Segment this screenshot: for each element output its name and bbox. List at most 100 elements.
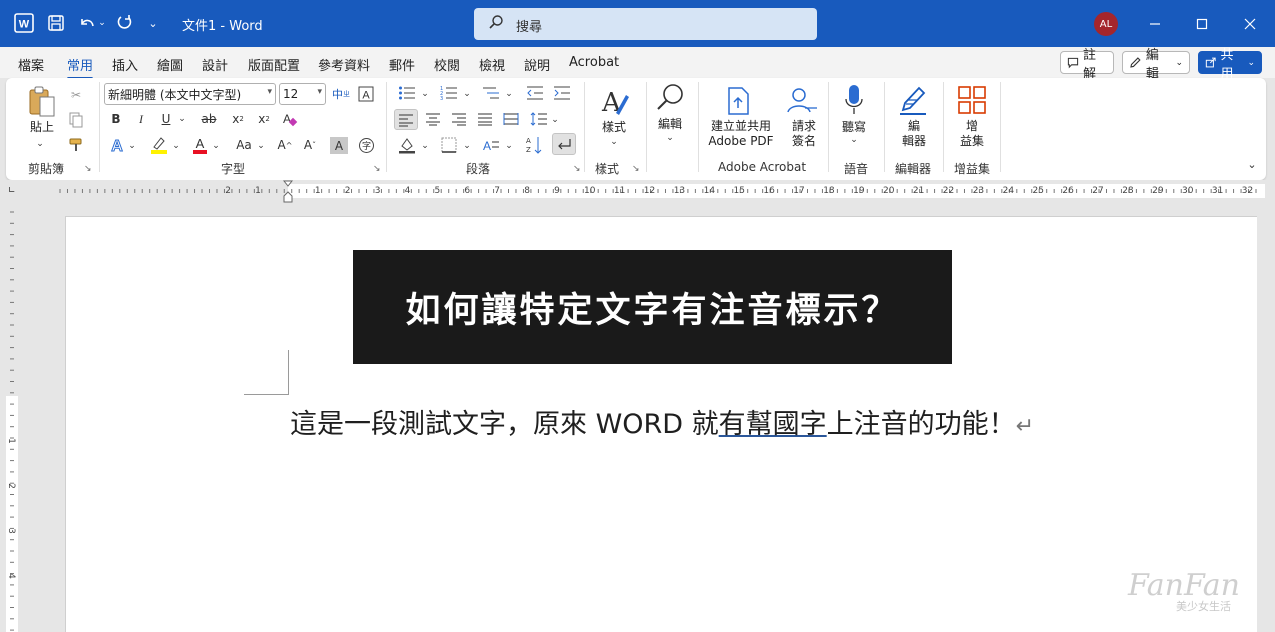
collapse-ribbon-icon[interactable]: ⌄ <box>1244 156 1260 172</box>
show-formatting-marks-icon[interactable] <box>552 133 576 155</box>
borders-dropdown-icon[interactable]: ⌄ <box>461 138 473 154</box>
tab-draw[interactable]: 繪圖 <box>157 55 183 74</box>
font-name-combo[interactable]: 新細明體 (本文中文字型) ▾ <box>104 83 276 105</box>
paste-icon[interactable] <box>24 84 60 120</box>
italic-icon[interactable]: I <box>132 110 150 128</box>
minimize-icon[interactable] <box>1143 12 1167 36</box>
align-left-icon[interactable] <box>394 109 418 130</box>
tab-insert[interactable]: 插入 <box>112 55 138 74</box>
phonetic-guide-icon[interactable]: 中ㄓ <box>331 85 351 103</box>
clear-formatting-icon[interactable]: A <box>279 110 299 128</box>
bullets-icon[interactable] <box>396 84 418 102</box>
create-pdf-icon[interactable] <box>724 86 754 116</box>
dictate-label[interactable]: 聽寫 <box>836 120 872 135</box>
underline-dropdown-icon[interactable]: ⌄ <box>176 110 188 128</box>
undo-icon[interactable] <box>76 12 98 34</box>
maximize-icon[interactable] <box>1190 12 1214 36</box>
close-icon[interactable] <box>1238 12 1262 36</box>
styles-dropdown-icon[interactable]: ⌄ <box>608 136 620 148</box>
font-launcher-icon[interactable]: ↘ <box>373 164 381 174</box>
find-icon[interactable] <box>653 83 687 113</box>
editor-label[interactable]: 編 輯器 <box>894 119 934 149</box>
microphone-icon[interactable] <box>839 84 869 116</box>
multilevel-dropdown-icon[interactable]: ⌄ <box>503 86 515 102</box>
enclose-characters-icon[interactable]: 字 <box>356 136 376 154</box>
cut-icon[interactable]: ✂ <box>66 86 86 104</box>
editing-label[interactable]: 編輯 <box>652 117 688 132</box>
horizontal-ruler[interactable]: ∟ <box>0 180 1275 204</box>
redo-icon[interactable] <box>113 12 135 34</box>
line-spacing-dropdown-icon[interactable]: ⌄ <box>549 112 561 128</box>
paste-dropdown-icon[interactable]: ⌄ <box>32 138 48 150</box>
tab-mailings[interactable]: 郵件 <box>389 55 415 74</box>
font-color-dropdown-icon[interactable]: ⌄ <box>210 137 222 155</box>
clipboard-launcher-icon[interactable]: ↘ <box>84 164 92 174</box>
shading-dropdown-icon[interactable]: ⌄ <box>419 138 431 154</box>
tab-home[interactable]: 常用 <box>67 55 94 80</box>
editing-dropdown-icon[interactable]: ⌄ <box>664 132 676 144</box>
tab-view[interactable]: 檢視 <box>479 55 505 74</box>
paragraph-launcher-icon[interactable]: ↘ <box>573 164 581 174</box>
editing-mode-button[interactable]: 編輯 ⌄ <box>1122 48 1190 82</box>
grow-font-icon[interactable]: A ^ <box>275 136 295 154</box>
shrink-font-icon[interactable]: Aˇ <box>300 136 320 154</box>
align-center-icon[interactable] <box>422 110 444 128</box>
bold-icon[interactable]: B <box>107 110 125 128</box>
format-painter-icon[interactable] <box>66 136 86 154</box>
tab-review[interactable]: 校閱 <box>434 55 460 74</box>
borders-icon[interactable] <box>438 136 460 154</box>
title-banner[interactable]: 如何讓特定文字有注音標示？ <box>353 250 952 364</box>
distributed-icon[interactable] <box>500 110 522 128</box>
request-signature-icon[interactable] <box>784 86 820 116</box>
add-ins-icon[interactable] <box>956 84 988 116</box>
avatar[interactable]: AL <box>1094 12 1118 36</box>
tab-file[interactable]: 檔案 <box>18 55 44 74</box>
character-border-icon[interactable]: A <box>356 85 376 103</box>
text-effects-dropdown-icon[interactable]: ⌄ <box>126 137 138 155</box>
tab-acrobat[interactable]: Acrobat <box>569 55 619 70</box>
search-box[interactable]: 搜尋 <box>474 8 817 40</box>
change-case-icon[interactable]: Aa <box>231 136 257 154</box>
styles-launcher-icon[interactable]: ↘ <box>632 164 640 174</box>
underline-icon[interactable]: U <box>157 110 175 128</box>
font-size-combo[interactable]: 12 ▾ <box>279 83 326 105</box>
asian-layout-dropdown-icon[interactable]: ⌄ <box>503 138 515 154</box>
dictate-dropdown-icon[interactable]: ⌄ <box>848 134 860 146</box>
paste-label[interactable]: 貼上 <box>26 120 58 135</box>
shading-icon[interactable] <box>396 136 418 154</box>
word-app-icon[interactable]: W <box>13 12 35 34</box>
font-color-icon[interactable]: A <box>190 135 210 155</box>
comments-button[interactable]: 註解 <box>1060 48 1114 82</box>
text-effects-icon[interactable]: A <box>107 135 127 155</box>
increase-indent-icon[interactable] <box>551 84 573 102</box>
tab-design[interactable]: 設計 <box>202 55 228 74</box>
add-ins-label[interactable]: 增 益集 <box>952 119 992 149</box>
tab-layout[interactable]: 版面配置 <box>248 55 300 74</box>
editor-icon[interactable] <box>896 84 930 116</box>
create-pdf-label[interactable]: 建立並共用 Adobe PDF <box>706 119 776 149</box>
asian-layout-icon[interactable]: A <box>480 136 502 154</box>
indent-marker-icon[interactable] <box>282 180 294 204</box>
tab-references[interactable]: 參考資料 <box>318 55 370 74</box>
justify-icon[interactable] <box>474 110 496 128</box>
character-shading-icon[interactable]: A <box>330 137 348 154</box>
decrease-indent-icon[interactable] <box>524 84 546 102</box>
copy-icon[interactable] <box>66 111 86 129</box>
styles-icon[interactable]: A <box>596 84 632 120</box>
highlight-color-icon[interactable] <box>148 135 170 155</box>
multilevel-list-icon[interactable] <box>480 84 502 102</box>
request-signature-label[interactable]: 請求 簽名 <box>782 119 826 149</box>
styles-label[interactable]: 樣式 <box>596 120 632 135</box>
subscript-icon[interactable]: x2 <box>228 110 248 128</box>
sort-icon[interactable]: AZ <box>524 135 546 155</box>
bullets-dropdown-icon[interactable]: ⌄ <box>419 86 431 102</box>
numbering-dropdown-icon[interactable]: ⌄ <box>461 86 473 102</box>
change-case-dropdown-icon[interactable]: ⌄ <box>255 137 267 155</box>
align-right-icon[interactable] <box>448 110 470 128</box>
customize-qat-icon[interactable]: ⌄ <box>142 12 164 34</box>
body-paragraph[interactable]: 這是一段測試文字，原來 WORD 就有幫國字上注音的功能！↵ <box>290 402 1034 441</box>
line-spacing-icon[interactable] <box>528 110 550 128</box>
tab-help[interactable]: 說明 <box>524 55 550 74</box>
strikethrough-icon[interactable]: ab <box>198 110 220 128</box>
save-icon[interactable] <box>45 12 67 34</box>
